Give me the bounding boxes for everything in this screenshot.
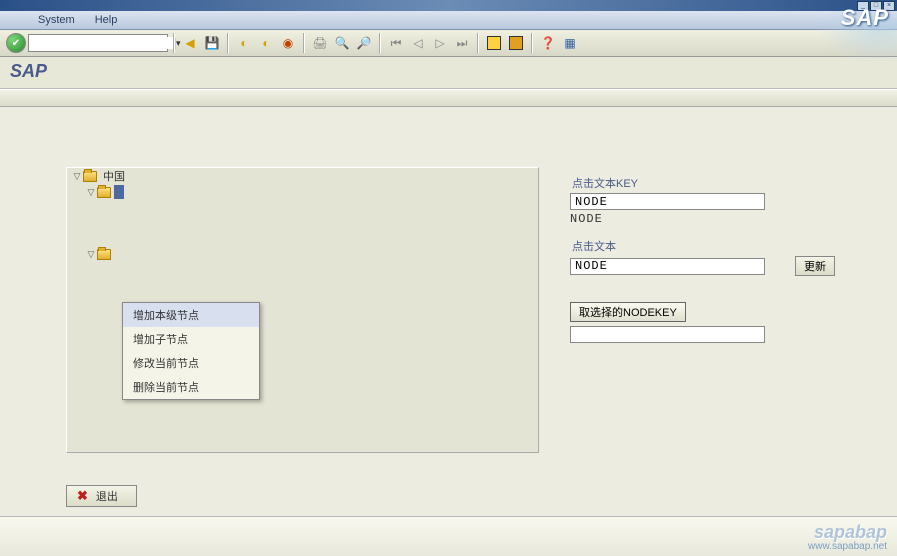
context-menu-add-sibling[interactable]: 增加本级节点 [123, 303, 259, 327]
exit-button-label: 退出 [96, 488, 118, 504]
toolbar-separator [477, 33, 479, 53]
folder-icon [83, 171, 97, 182]
print-icon[interactable]: 🖨 [310, 33, 330, 53]
menu-help[interactable]: Help [85, 12, 128, 28]
get-selected-nodekey-button[interactable]: 取选择的NODEKEY [570, 302, 686, 322]
toolbar-separator [227, 33, 229, 53]
application-title: SAP [0, 57, 897, 89]
cancel-icon[interactable]: ◐ [256, 33, 276, 53]
app-toolbar-area [0, 89, 897, 107]
menu-system[interactable]: System [28, 12, 85, 28]
find-icon[interactable]: 🔍 [332, 33, 352, 53]
sap-logo: SAP [841, 5, 889, 31]
standard-toolbar: ✔ ▾ ◀ 💾 ◐ ◐ ◉ 🖨 🔍 🔎 ⏮ ◁ ▷ ⏭ ❓ ▦ [0, 30, 897, 57]
tree-node-child[interactable]: ▽ [67, 246, 538, 262]
folder-icon [97, 249, 111, 260]
form-panel: 点击文本KEY NODE 点击文本 更新 取选择的NODEKEY [570, 167, 850, 343]
context-menu: 增加本级节点 增加子节点 修改当前节点 删除当前节点 [122, 302, 260, 400]
exit-button[interactable]: ✖ 退出 [66, 485, 137, 507]
window-titlebar: _ □ × [0, 0, 897, 11]
tree-node-selected [114, 185, 124, 199]
command-field[interactable]: ▾ [28, 34, 168, 52]
toolbar-separator [173, 33, 175, 53]
toolbar-separator [531, 33, 533, 53]
close-x-icon: ✖ [77, 488, 88, 504]
prev-page-icon[interactable]: ◁ [408, 33, 428, 53]
expand-toggle-icon[interactable]: ▽ [85, 187, 97, 198]
tree-node-root[interactable]: ▽ 中国 [67, 168, 538, 184]
tree-node-label: 中国 [100, 168, 128, 184]
key-field[interactable] [570, 193, 765, 210]
menu-bar: System Help SAP [0, 11, 897, 30]
create-session-icon[interactable] [484, 33, 504, 53]
selected-nodekey-field[interactable] [570, 326, 765, 343]
text-field-label: 点击文本 [570, 236, 850, 256]
tree-node-child[interactable]: ▽ [67, 184, 538, 200]
work-area: ▽ 中国 ▽ ▽ 增加本级节点 增加子节点 修改当前节点 删除当前节点 点击文本… [0, 107, 897, 517]
context-menu-edit[interactable]: 修改当前节点 [123, 351, 259, 375]
save-icon[interactable]: ◀ [180, 33, 200, 53]
key-readonly-text: NODE [570, 212, 850, 226]
watermark-url: www.sapabap.net [808, 541, 887, 552]
first-page-icon[interactable]: ⏮ [386, 33, 406, 53]
toolbar-separator [379, 33, 381, 53]
text-field[interactable] [570, 258, 765, 275]
next-page-icon[interactable]: ▷ [430, 33, 450, 53]
context-menu-add-child[interactable]: 增加子节点 [123, 327, 259, 351]
enter-button[interactable]: ✔ [6, 33, 26, 53]
cancel-red-icon[interactable]: ◉ [278, 33, 298, 53]
help-icon[interactable]: ❓ [538, 33, 558, 53]
command-input[interactable] [29, 37, 175, 49]
layout-icon[interactable]: ▦ [560, 33, 580, 53]
toolbar-separator [303, 33, 305, 53]
watermark-brand: sapabap [814, 523, 887, 541]
expand-toggle-icon[interactable]: ▽ [71, 171, 83, 182]
find-next-icon[interactable]: 🔎 [354, 33, 374, 53]
last-page-icon[interactable]: ⏭ [452, 33, 472, 53]
back-icon[interactable]: 💾 [202, 33, 222, 53]
generate-shortcut-icon[interactable] [506, 33, 526, 53]
update-button[interactable]: 更新 [795, 256, 835, 276]
expand-toggle-icon[interactable]: ▽ [85, 249, 97, 260]
status-bar: sapabap www.sapabap.net [0, 516, 897, 556]
folder-icon [97, 187, 111, 198]
key-field-label: 点击文本KEY [570, 173, 850, 193]
context-menu-delete[interactable]: 删除当前节点 [123, 375, 259, 399]
exit-icon[interactable]: ◐ [234, 33, 254, 53]
